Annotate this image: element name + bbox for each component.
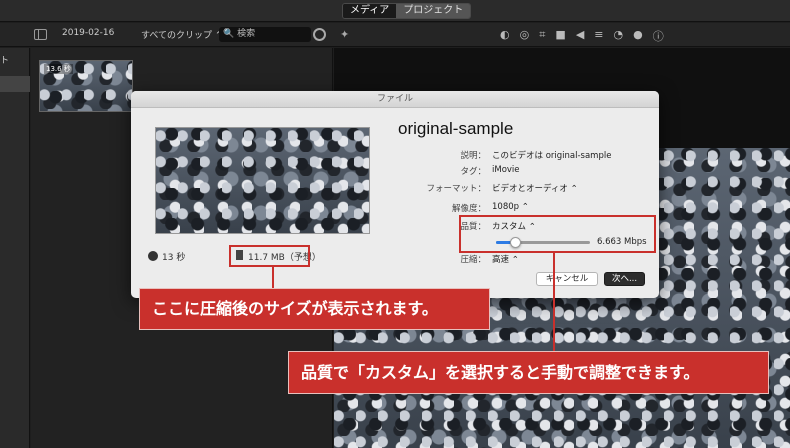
resolution-label: 解像度：	[451, 204, 486, 214]
library-sidebar: ト	[0, 48, 30, 448]
description-field[interactable]: このビデオは original-sample	[492, 149, 611, 161]
sidebar-label: ト	[0, 56, 10, 66]
resolution-popup[interactable]: 1080p ⌃	[492, 202, 529, 212]
magic-wand-icon[interactable]: ✦	[340, 28, 349, 41]
clip-duration: 13.6 秒	[44, 64, 73, 74]
quality-highlight	[459, 215, 656, 253]
compression-popup[interactable]: 高速 ⌃	[492, 253, 519, 265]
adjustment-tools: ◐ ◎ ⌗ ■ ◀ ≡ ◔ ● ⓘ	[500, 28, 664, 44]
compression-label: 圧縮：	[460, 255, 486, 265]
quality-callout-leader	[553, 253, 555, 351]
dialog-heading[interactable]: original-sample	[398, 119, 513, 139]
tags-label: タグ：	[460, 167, 486, 177]
toolbar: 2019-02-16 すべてのクリップ ⌃ 🔍 検索 ✦ ◐ ◎ ⌗ ■ ◀ ≡…	[0, 23, 790, 47]
sidebar-toggle-icon[interactable]	[34, 29, 47, 40]
dialog-title: ファイル	[131, 91, 659, 108]
tab-project[interactable]: プロジェクト	[396, 4, 471, 18]
description-label: 説明：	[460, 151, 486, 161]
info-icon[interactable]: ⓘ	[653, 28, 664, 44]
size-callout-banner: ここに圧縮後のサイズが表示されます。	[139, 288, 490, 330]
tags-field[interactable]: iMovie	[492, 165, 520, 175]
clip-filter-popup[interactable]: すべてのクリップ ⌃	[141, 28, 222, 41]
date-label: 2019-02-16	[62, 28, 115, 38]
stabilization-icon[interactable]: ■	[555, 28, 565, 44]
format-popup[interactable]: ビデオとオーディオ ⌃	[492, 182, 578, 194]
clock-icon	[148, 251, 158, 261]
settings-gear-icon[interactable]	[313, 28, 326, 41]
top-bar: メディア プロジェクト	[0, 0, 790, 22]
size-callout-leader	[272, 267, 274, 289]
tab-media[interactable]: メディア	[343, 4, 397, 18]
clip-thumbnail[interactable]: 13.6 秒	[39, 60, 133, 112]
speed-icon[interactable]: ◔	[614, 28, 624, 44]
equalizer-icon[interactable]: ≡	[594, 28, 603, 44]
crop-icon[interactable]: ⌗	[539, 28, 545, 44]
color-balance-icon[interactable]: ◐	[500, 28, 510, 44]
quality-callout-banner: 品質で「カスタム」を選択すると手動で調整できます。	[288, 351, 769, 394]
duration-text: 13 秒	[162, 253, 186, 263]
dialog-preview-thumbnail	[155, 127, 370, 234]
filter-icon[interactable]: ●	[633, 28, 643, 44]
color-palette-icon[interactable]: ◎	[520, 28, 530, 44]
sidebar-selected-row[interactable]	[0, 76, 30, 92]
cancel-button[interactable]: キャンセル	[536, 272, 598, 286]
view-switcher: メディア プロジェクト	[342, 3, 472, 19]
file-size-highlight	[229, 245, 310, 267]
format-label: フォーマット：	[426, 184, 486, 194]
volume-icon[interactable]: ◀	[576, 28, 584, 44]
search-input[interactable]: 🔍 検索	[219, 27, 311, 42]
next-button[interactable]: 次へ...	[604, 272, 645, 286]
share-file-dialog: ファイル 13 秒 11.7 MB（予想） original-sample 説明…	[131, 91, 659, 298]
